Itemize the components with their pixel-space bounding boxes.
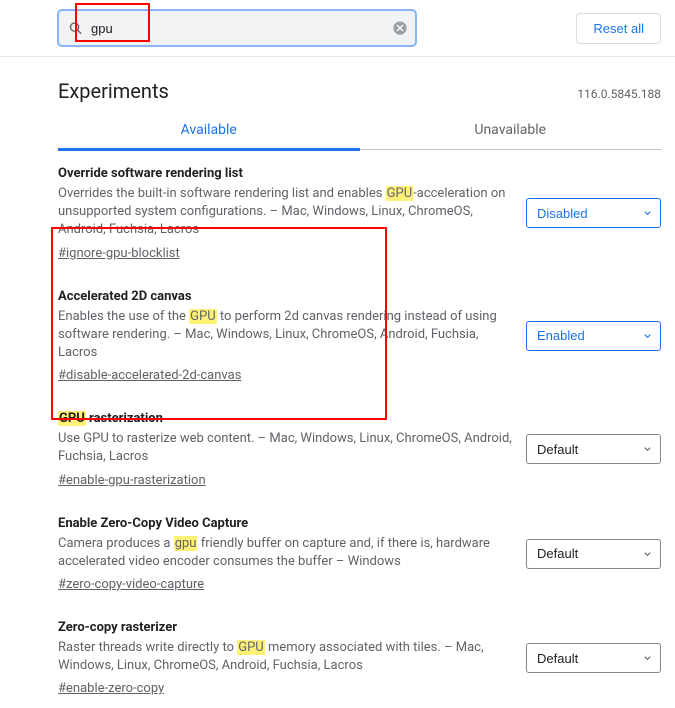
flag-permalink[interactable]: #enable-zero-copy <box>58 681 164 696</box>
flag-permalink[interactable]: #ignore-gpu-blocklist <box>58 246 180 261</box>
flag-select-wrap: Default <box>526 434 661 464</box>
flag-title: GPU rasterization <box>58 411 512 426</box>
flag-description: Raster threads write directly to GPU mem… <box>58 639 512 675</box>
page-title: Experiments <box>58 79 169 103</box>
flag-select-wrap: Default <box>526 539 661 569</box>
flag-description: Enables the use of the GPU to perform 2d… <box>58 308 512 363</box>
search-icon <box>68 21 83 36</box>
flag-description: Camera produces a gpu friendly buffer on… <box>58 535 512 571</box>
flag-title: Override software rendering list <box>58 166 512 181</box>
version-label: 116.0.5845.188 <box>577 87 661 101</box>
flag-main: GPU rasterization Use GPU to rasterize we… <box>58 411 512 487</box>
search-field-wrap <box>58 10 416 46</box>
flag-state-select[interactable]: Default <box>526 434 661 464</box>
flag-main: Zero-copy rasterizer Raster threads write… <box>58 620 512 696</box>
flag-main: Enable Zero-Copy Video Capture Camera pro… <box>58 516 512 592</box>
flag-description: Use GPU to rasterize web content. – Mac,… <box>58 430 512 466</box>
flag-main: Accelerated 2D canvas Enables the use of … <box>58 289 512 384</box>
search-input[interactable] <box>58 10 416 46</box>
flag-list: Override software rendering list Override… <box>58 150 661 708</box>
clear-search-icon[interactable] <box>392 20 408 36</box>
flag-select-wrap: Default <box>526 643 661 673</box>
flag-title: Accelerated 2D canvas <box>58 289 512 304</box>
flag-title: Zero-copy rasterizer <box>58 620 512 635</box>
flag-row: Enable Zero-Copy Video Capture Camera pro… <box>58 500 661 604</box>
flag-select-wrap: Disabled <box>526 198 661 228</box>
highlight: gpu <box>174 536 198 551</box>
flag-row: Override software rendering list Override… <box>58 150 661 273</box>
reset-all-button[interactable]: Reset all <box>576 13 661 44</box>
highlight: GPU <box>189 309 217 324</box>
flag-permalink[interactable]: #enable-gpu-rasterization <box>58 473 206 488</box>
flag-row: Accelerated 2D canvas Enables the use of … <box>58 273 661 396</box>
flag-state-select[interactable]: Default <box>526 643 661 673</box>
flag-permalink[interactable]: #zero-copy-video-capture <box>58 577 204 592</box>
flag-description: Overrides the built-in software renderin… <box>58 185 512 240</box>
highlight: GPU <box>237 640 265 655</box>
highlight: GPU <box>58 411 86 426</box>
flag-select-wrap: Enabled <box>526 321 661 351</box>
flag-title: Enable Zero-Copy Video Capture <box>58 516 512 531</box>
highlight: GPU <box>386 186 414 201</box>
tab-available[interactable]: Available <box>58 111 360 149</box>
flag-row: GPU rasterization Use GPU to rasterize we… <box>58 395 661 499</box>
flag-state-select[interactable]: Disabled <box>526 198 661 228</box>
flag-permalink[interactable]: #disable-accelerated-2d-canvas <box>58 368 241 383</box>
tabs: Available Unavailable <box>58 111 661 150</box>
flag-row: Zero-copy rasterizer Raster threads write… <box>58 604 661 708</box>
flag-state-select[interactable]: Default <box>526 539 661 569</box>
flag-main: Override software rendering list Override… <box>58 166 512 261</box>
flag-state-select[interactable]: Enabled <box>526 321 661 351</box>
tab-unavailable[interactable]: Unavailable <box>360 111 662 149</box>
